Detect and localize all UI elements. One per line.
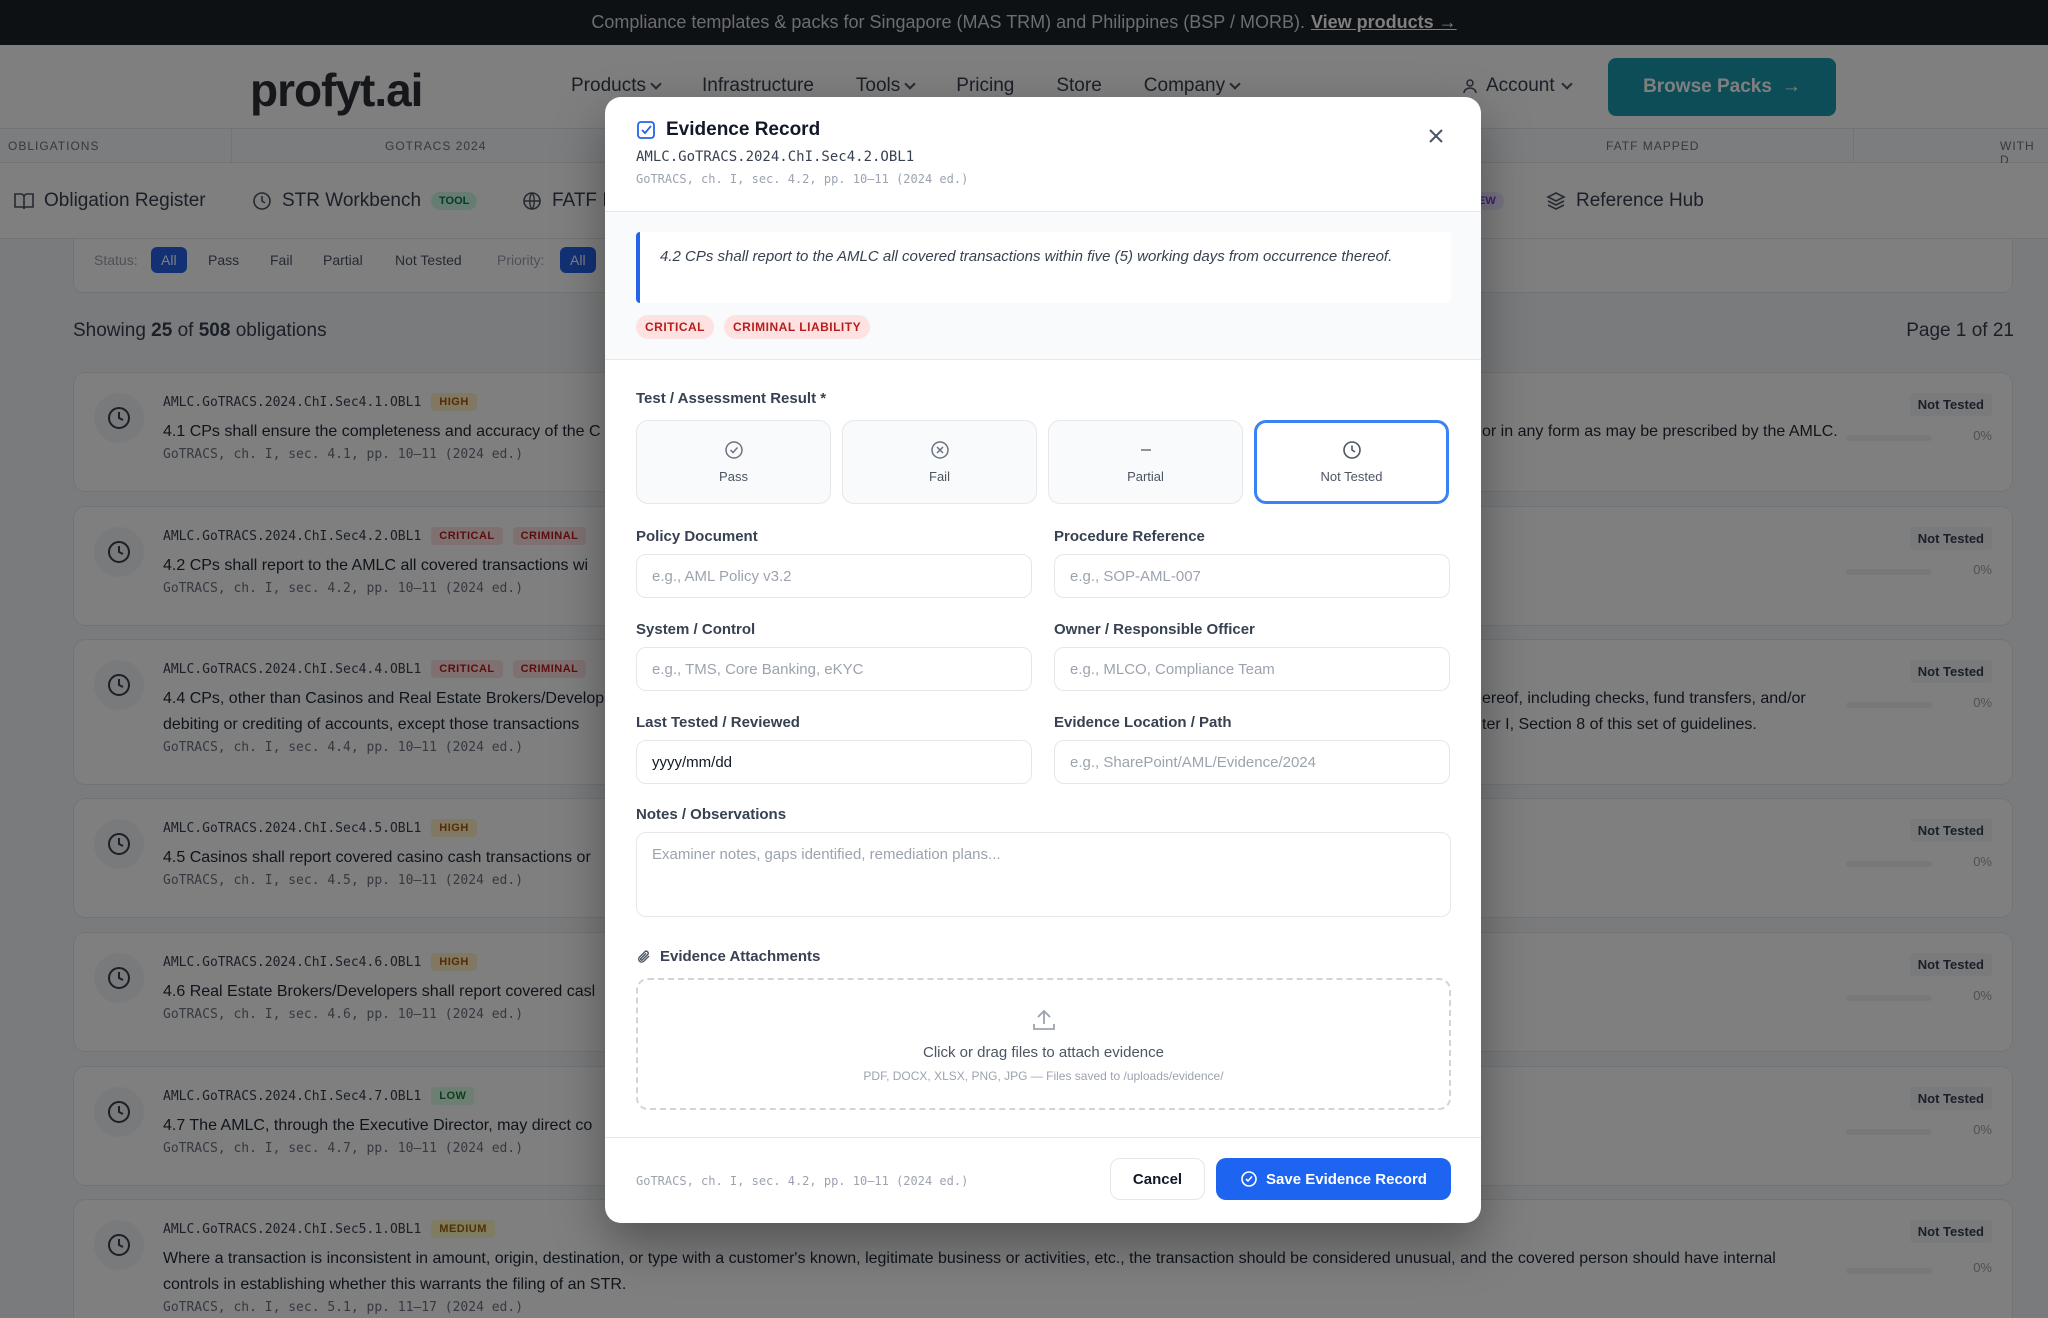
modal-header: Evidence Record AMLC.GoTRACS.2024.ChI.Se… <box>605 97 1481 212</box>
evidence-record-modal: Evidence Record AMLC.GoTRACS.2024.ChI.Se… <box>605 97 1481 1223</box>
owner-field[interactable]: e.g., MLCO, Compliance Team <box>1054 647 1450 691</box>
dropzone-text: Click or drag files to attach evidence <box>923 1043 1164 1061</box>
modal-title: Evidence Record <box>636 119 820 141</box>
critical-tag: CRITICAL <box>636 315 714 339</box>
obligation-tags: CRITICAL CRIMINAL LIABILITY <box>636 315 871 339</box>
clock-icon <box>1342 441 1361 459</box>
x-circle-icon <box>930 441 949 459</box>
notes-label: Notes / Observations <box>636 806 787 823</box>
save-evidence-record-button[interactable]: Save Evidence Record <box>1216 1158 1451 1200</box>
cancel-button[interactable]: Cancel <box>1110 1158 1205 1200</box>
result-pass-option[interactable]: Pass <box>636 420 831 504</box>
obligation-citation: GoTRACS, ch. I, sec. 4.2, pp. 10–11 (202… <box>636 172 969 186</box>
attachment-dropzone[interactable]: Click or drag files to attach evidence P… <box>636 978 1451 1110</box>
close-icon[interactable] <box>1427 127 1445 145</box>
last-tested-label: Last Tested / Reviewed <box>636 714 800 731</box>
upload-icon <box>1032 1009 1055 1030</box>
last-tested-date-field[interactable]: yyyy/mm/dd <box>636 740 1032 784</box>
evidence-location-label: Evidence Location / Path <box>1054 714 1232 731</box>
check-circle-icon <box>1241 1171 1257 1187</box>
obligation-quote: 4.2 CPs shall report to the AMLC all cov… <box>636 232 1451 303</box>
result-not-tested-option[interactable]: Not Tested <box>1254 420 1449 504</box>
owner-label: Owner / Responsible Officer <box>1054 621 1255 638</box>
obligation-id: AMLC.GoTRACS.2024.ChI.Sec4.2.OBL1 <box>636 149 915 165</box>
result-partial-option[interactable]: Partial <box>1048 420 1243 504</box>
procedure-reference-field[interactable]: e.g., SOP-AML-007 <box>1054 554 1450 598</box>
modal-footer: GoTRACS, ch. I, sec. 4.2, pp. 10–11 (202… <box>605 1137 1481 1223</box>
system-control-label: System / Control <box>636 621 756 638</box>
policy-document-field[interactable]: e.g., AML Policy v3.2 <box>636 554 1032 598</box>
result-fail-option[interactable]: Fail <box>842 420 1037 504</box>
obligation-summary: 4.2 CPs shall report to the AMLC all cov… <box>605 212 1481 360</box>
criminal-liability-tag: CRIMINAL LIABILITY <box>724 315 871 339</box>
checkbox-icon <box>637 121 655 139</box>
dropzone-hint: PDF, DOCX, XLSX, PNG, JPG — Files saved … <box>863 1068 1224 1083</box>
attachments-heading: Evidence Attachments <box>636 948 820 965</box>
system-control-field[interactable]: e.g., TMS, Core Banking, eKYC <box>636 647 1032 691</box>
paperclip-icon <box>638 950 650 963</box>
result-label: Test / Assessment Result * <box>636 390 827 407</box>
check-circle-icon <box>724 441 743 459</box>
notes-textarea[interactable]: Examiner notes, gaps identified, remedia… <box>636 832 1451 917</box>
policy-document-label: Policy Document <box>636 528 758 545</box>
evidence-location-field[interactable]: e.g., SharePoint/AML/Evidence/2024 <box>1054 740 1450 784</box>
procedure-reference-label: Procedure Reference <box>1054 528 1205 545</box>
minus-icon <box>1140 449 1151 451</box>
footer-citation: GoTRACS, ch. I, sec. 4.2, pp. 10–11 (202… <box>636 1174 969 1188</box>
